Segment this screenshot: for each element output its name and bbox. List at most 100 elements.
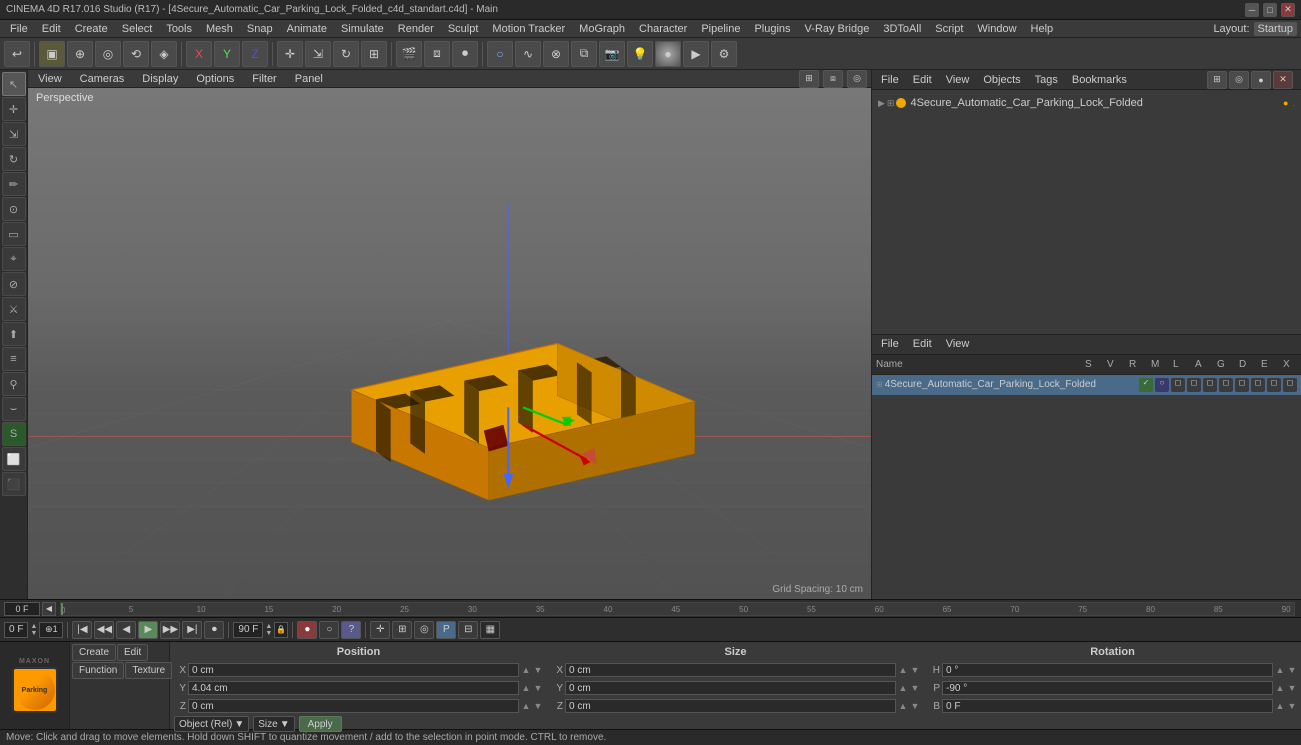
- left-live-select[interactable]: ⊙: [2, 197, 26, 221]
- rotation-b-down[interactable]: ▼: [1287, 701, 1297, 711]
- right-objects-menu[interactable]: Objects: [978, 73, 1025, 87]
- keyframe-remove-button[interactable]: ○: [319, 621, 339, 639]
- rotation-b-up[interactable]: ▲: [1275, 701, 1285, 711]
- viewport-icon-1[interactable]: ⊞: [799, 70, 819, 88]
- parking-button[interactable]: P: [436, 621, 456, 639]
- prop-icon-9[interactable]: ◻: [1267, 378, 1281, 392]
- film-button[interactable]: 🎬: [396, 41, 422, 67]
- frame-down-button[interactable]: ▼: [30, 630, 37, 637]
- right-bookmarks-menu[interactable]: Bookmarks: [1067, 73, 1132, 87]
- model-mode-button[interactable]: ▣: [39, 41, 65, 67]
- bottom-view-menu[interactable]: View: [941, 337, 975, 351]
- left-poly-pen[interactable]: ✏: [2, 172, 26, 196]
- left-smooth-brush[interactable]: ⌣: [2, 397, 26, 421]
- size-z-input[interactable]: [565, 699, 896, 713]
- position-x-down[interactable]: ▼: [533, 665, 543, 675]
- move-tool-button[interactable]: ✛: [277, 41, 303, 67]
- bottom-edit-menu[interactable]: Edit: [908, 337, 937, 351]
- menu-simulate[interactable]: Simulate: [335, 22, 390, 36]
- menu-window[interactable]: Window: [971, 22, 1022, 36]
- position-y-down[interactable]: ▼: [533, 683, 543, 693]
- help-button[interactable]: ?: [341, 621, 361, 639]
- prop-icon-1[interactable]: ✓: [1139, 378, 1153, 392]
- y-axis-button[interactable]: Y: [214, 41, 240, 67]
- left-move-tool[interactable]: ✛: [2, 97, 26, 121]
- render-button[interactable]: ▶: [683, 41, 709, 67]
- menu-script[interactable]: Script: [929, 22, 969, 36]
- tab-function[interactable]: Function: [72, 662, 124, 679]
- position-x-input[interactable]: [188, 663, 519, 677]
- material-button[interactable]: ●: [655, 41, 681, 67]
- size-x-down[interactable]: ▼: [910, 665, 920, 675]
- ik-button[interactable]: ⊞: [392, 621, 412, 639]
- go-end-button[interactable]: ▶|: [182, 621, 202, 639]
- prop-icon-7[interactable]: ◻: [1235, 378, 1249, 392]
- menu-animate[interactable]: Animate: [281, 22, 333, 36]
- prop-icon-3[interactable]: ◻: [1171, 378, 1185, 392]
- right-tags-menu[interactable]: Tags: [1030, 73, 1063, 87]
- position-y-up[interactable]: ▲: [521, 683, 531, 693]
- grid-button[interactable]: ⊟: [458, 621, 478, 639]
- apply-button[interactable]: Apply: [299, 716, 342, 732]
- rotate-tool-button[interactable]: ↻: [333, 41, 359, 67]
- record-button[interactable]: ⏺: [452, 41, 478, 67]
- menu-render[interactable]: Render: [392, 22, 440, 36]
- menu-help[interactable]: Help: [1025, 22, 1060, 36]
- object-row[interactable]: ⊞ 4Secure_Automatic_Car_Parking_Lock_Fol…: [872, 375, 1301, 395]
- prop-icon-10[interactable]: ◻: [1283, 378, 1297, 392]
- viewport-filter-menu[interactable]: Filter: [246, 72, 282, 86]
- size-z-down[interactable]: ▼: [910, 701, 920, 711]
- paint-mode-button[interactable]: ◎: [95, 41, 121, 67]
- rotation-p-up[interactable]: ▲: [1275, 683, 1285, 693]
- undo-button[interactable]: ↩: [4, 41, 30, 67]
- right-toolbar-close[interactable]: ✕: [1273, 71, 1293, 89]
- position-y-input[interactable]: [188, 681, 519, 695]
- right-file-menu[interactable]: File: [876, 73, 904, 87]
- tab-create[interactable]: Create: [72, 644, 116, 661]
- render-quick-button[interactable]: ▦: [480, 621, 500, 639]
- light-button[interactable]: 💡: [627, 41, 653, 67]
- next-frame-button[interactable]: ▶▶: [160, 621, 180, 639]
- viewport-icon-2[interactable]: ⧈: [823, 70, 843, 88]
- menu-mesh[interactable]: Mesh: [200, 22, 239, 36]
- tab-texture[interactable]: Texture: [125, 662, 172, 679]
- prev-keyframe-button[interactable]: ◀: [42, 602, 56, 616]
- rotation-p-down[interactable]: ▼: [1287, 683, 1297, 693]
- menu-vray[interactable]: V-Ray Bridge: [799, 22, 876, 36]
- left-rotate-tool[interactable]: ↻: [2, 147, 26, 171]
- timeline-ruler[interactable]: 0 5 10 15 20 25 30 35 40 45 50: [60, 602, 1295, 616]
- dynamics-button[interactable]: ◎: [414, 621, 434, 639]
- menu-snap[interactable]: Snap: [241, 22, 279, 36]
- scale-tool-button[interactable]: ⇲: [305, 41, 331, 67]
- left-uvw-tool[interactable]: ⬜: [2, 447, 26, 471]
- position-z-down[interactable]: ▼: [533, 701, 543, 711]
- rotation-h-up[interactable]: ▲: [1275, 665, 1285, 675]
- left-texture-tool[interactable]: ⬛: [2, 472, 26, 496]
- viewport-view-menu[interactable]: View: [32, 72, 68, 86]
- spline-button[interactable]: ∿: [515, 41, 541, 67]
- viewport[interactable]: Perspective Grid Spacing: 10 cm: [28, 88, 871, 599]
- left-lasso-select[interactable]: ⌖: [2, 247, 26, 271]
- render-settings-button[interactable]: ⚙: [711, 41, 737, 67]
- prev-frame-button[interactable]: ◀◀: [94, 621, 114, 639]
- go-start-button[interactable]: |◀: [72, 621, 92, 639]
- menu-tools[interactable]: Tools: [160, 22, 198, 36]
- size-x-up[interactable]: ▲: [898, 665, 908, 675]
- position-z-input[interactable]: [188, 699, 519, 713]
- animate-mode-button[interactable]: ◈: [151, 41, 177, 67]
- size-z-up[interactable]: ▲: [898, 701, 908, 711]
- right-toolbar-icon-2[interactable]: ◎: [1229, 71, 1249, 89]
- play-reverse-button[interactable]: ◀: [116, 621, 136, 639]
- menu-mograph[interactable]: MoGraph: [573, 22, 631, 36]
- x-axis-button[interactable]: X: [186, 41, 212, 67]
- menu-character[interactable]: Character: [633, 22, 693, 36]
- sphere-primitive[interactable]: ○: [487, 41, 513, 67]
- left-select-tool[interactable]: ↖: [2, 72, 26, 96]
- layout-selector[interactable]: Layout: Startup: [1213, 22, 1297, 36]
- right-toolbar-icon-1[interactable]: ⊞: [1207, 71, 1227, 89]
- menu-select[interactable]: Select: [116, 22, 159, 36]
- right-toolbar-icon-3[interactable]: ●: [1251, 71, 1271, 89]
- menu-sculpt[interactable]: Sculpt: [442, 22, 485, 36]
- maximize-button[interactable]: □: [1263, 3, 1277, 17]
- right-edit-menu[interactable]: Edit: [908, 73, 937, 87]
